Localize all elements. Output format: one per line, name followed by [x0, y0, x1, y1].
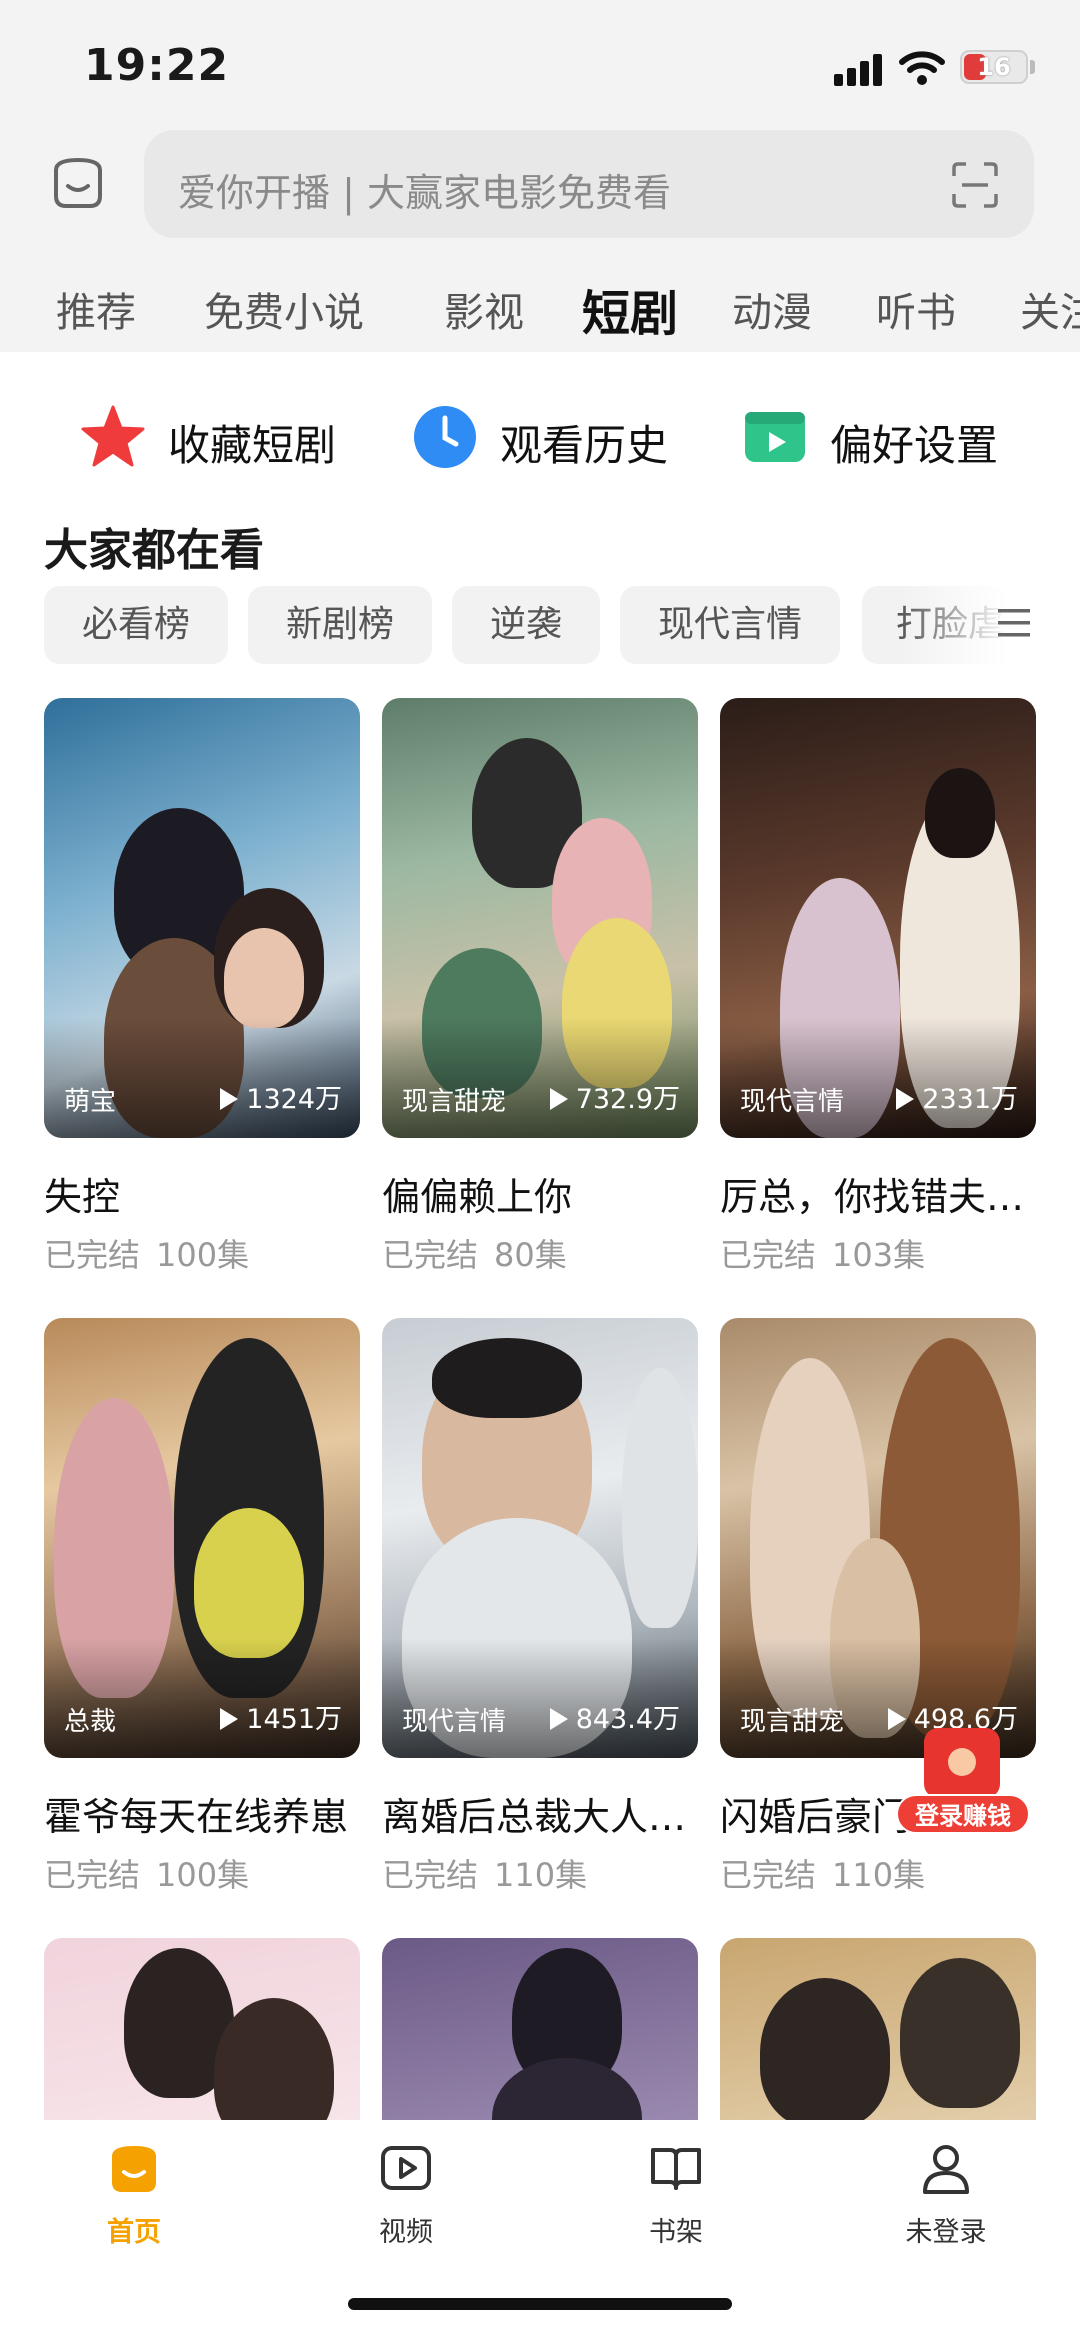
- top-header: 19:22 16 爱你开播 | 大赢家电影免费看 推荐 免费小说 影视 短剧 动…: [0, 0, 1080, 352]
- poster-image: 萌宝 1324万: [44, 698, 360, 1138]
- video-settings-icon: [745, 412, 805, 462]
- poster-image: 现代言情 2331万: [720, 698, 1036, 1138]
- favorites-label: 收藏短剧: [168, 421, 337, 470]
- battery-icon: 16: [960, 50, 1028, 84]
- history-label: 观看历史: [500, 421, 669, 470]
- history-action[interactable]: 观看历史: [412, 402, 692, 474]
- battery-level: 16: [977, 53, 1011, 81]
- view-count: 1451万: [220, 1697, 342, 1736]
- home-indicator[interactable]: [348, 2298, 732, 2310]
- preferences-label: 偏好设置: [830, 421, 999, 470]
- status-time: 19:22: [84, 40, 230, 91]
- app-logo-icon[interactable]: [48, 152, 108, 212]
- nav-bookshelf-label: 书架: [649, 2217, 703, 2248]
- chips-fade: [900, 586, 1080, 666]
- genre-tag: 现言甜宠: [402, 1087, 507, 1117]
- status-bar: 19:22 16: [0, 0, 1080, 130]
- view-count: 1324万: [220, 1077, 342, 1116]
- login-earn-promo[interactable]: 登录赚钱: [896, 1728, 1030, 1840]
- category-tabs: 推荐 免费小说 影视 短剧 动漫 听书 关注: [0, 272, 1080, 338]
- drama-meta: 已完结 103集: [720, 1236, 926, 1274]
- play-icon: [220, 1708, 239, 1730]
- nav-video[interactable]: 视频: [336, 2140, 476, 2249]
- play-icon: [549, 1708, 568, 1730]
- star-icon: [81, 405, 145, 467]
- poster-image: 现代言情 843.4万: [382, 1318, 698, 1758]
- play-icon: [220, 1088, 239, 1110]
- drama-meta: 已完结 110集: [382, 1856, 588, 1894]
- tab-free-novels[interactable]: 免费小说: [204, 280, 364, 338]
- tab-film-tv[interactable]: 影视: [444, 280, 524, 338]
- poster-image: 总裁 1451万: [44, 1318, 360, 1758]
- genre-tag: 现代言情: [740, 1087, 845, 1117]
- preferences-action[interactable]: 偏好设置: [742, 402, 1042, 474]
- nav-video-label: 视频: [379, 2217, 433, 2248]
- nav-home-label: 首页: [107, 2217, 161, 2248]
- red-envelope-icon: [924, 1728, 1000, 1798]
- video-icon: [381, 2146, 431, 2190]
- tab-short-drama[interactable]: 短剧: [582, 274, 678, 338]
- view-count: 843.4万: [549, 1697, 680, 1736]
- nav-home[interactable]: 首页: [64, 2140, 204, 2249]
- bookshelf-icon: [651, 2148, 701, 2190]
- drama-title: 失控: [44, 1175, 121, 1219]
- chip-must-watch[interactable]: 必看榜: [44, 586, 228, 664]
- filter-chips: 必看榜 新剧榜 逆袭 现代言情 打脸虐渣: [0, 586, 1080, 666]
- nav-profile-label: 未登录: [905, 2217, 987, 2248]
- clock-icon: [414, 406, 476, 468]
- play-icon: [896, 1088, 915, 1110]
- play-icon: [887, 1708, 906, 1730]
- search-bar[interactable]: 爱你开播 | 大赢家电影免费看: [144, 130, 1034, 238]
- chip-new-dramas[interactable]: 新剧榜: [248, 586, 432, 664]
- chip-modern-romance[interactable]: 现代言情: [620, 586, 840, 664]
- menu-icon[interactable]: [996, 606, 1032, 640]
- drama-title: 偏偏赖上你: [382, 1175, 573, 1219]
- drama-title: 霍爷每天在线养崽: [44, 1795, 349, 1839]
- poster-image: 现言甜宠 732.9万: [382, 698, 698, 1138]
- drama-meta: 已完结 110集: [720, 1856, 926, 1894]
- nav-bookshelf[interactable]: 书架: [606, 2140, 746, 2249]
- signal-icon: [834, 52, 886, 86]
- genre-tag: 萌宝: [64, 1087, 117, 1117]
- genre-tag: 现代言情: [402, 1707, 507, 1737]
- user-icon: [923, 2145, 969, 2194]
- drama-title: 厉总，你找错夫人了: [720, 1175, 1036, 1219]
- view-count: 2331万: [896, 1077, 1018, 1116]
- drama-meta: 已完结 100集: [44, 1856, 250, 1894]
- search-placeholder: 爱你开播 | 大赢家电影免费看: [178, 171, 671, 215]
- chip-comeback[interactable]: 逆袭: [452, 586, 600, 664]
- home-icon: [112, 2146, 156, 2192]
- drama-meta: 已完结 80集: [382, 1236, 567, 1274]
- tab-anime[interactable]: 动漫: [732, 280, 812, 338]
- promo-label: 登录赚钱: [896, 1794, 1030, 1834]
- section-title: 大家都在看: [44, 525, 264, 576]
- drama-meta: 已完结 100集: [44, 1236, 250, 1274]
- drama-title: 离婚后总裁大人后悔了: [382, 1795, 698, 1839]
- genre-tag: 现言甜宠: [740, 1707, 845, 1737]
- view-count: 732.9万: [549, 1077, 680, 1116]
- tab-recommend[interactable]: 推荐: [56, 280, 136, 338]
- battery-tip: [1030, 60, 1035, 74]
- tab-following[interactable]: 关注: [1020, 280, 1080, 338]
- wifi-icon: [899, 51, 945, 85]
- scan-icon[interactable]: [952, 162, 998, 208]
- play-icon: [549, 1088, 568, 1110]
- genre-tag: 总裁: [64, 1707, 117, 1737]
- poster-image: 现言甜宠 498.6万: [720, 1318, 1036, 1758]
- tab-audiobooks[interactable]: 听书: [876, 280, 956, 338]
- favorites-action[interactable]: 收藏短剧: [80, 402, 360, 474]
- nav-profile[interactable]: 未登录: [876, 2140, 1016, 2249]
